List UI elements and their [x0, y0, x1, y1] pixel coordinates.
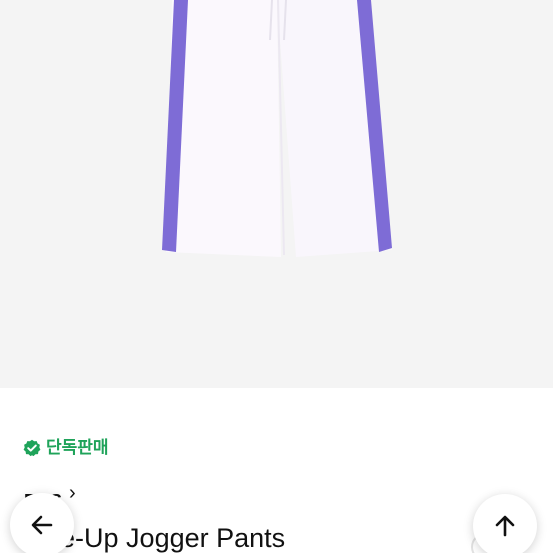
- exclusive-badge-label: 단독판매: [46, 438, 109, 458]
- product-detail-screen: 단독판매 BTS › Line-Up Jogger Pants: [0, 0, 553, 553]
- check-badge-icon: [23, 439, 41, 457]
- product-image[interactable]: [0, 0, 553, 388]
- back-button[interactable]: [10, 493, 74, 553]
- arrow-up-icon: [495, 515, 515, 537]
- arrow-left-icon: [31, 515, 53, 535]
- exclusive-badge: 단독판매: [23, 438, 109, 458]
- jogger-pants-illustration: [162, 0, 392, 257]
- chevron-right-icon: ›: [69, 481, 77, 504]
- scroll-top-button[interactable]: [473, 494, 537, 553]
